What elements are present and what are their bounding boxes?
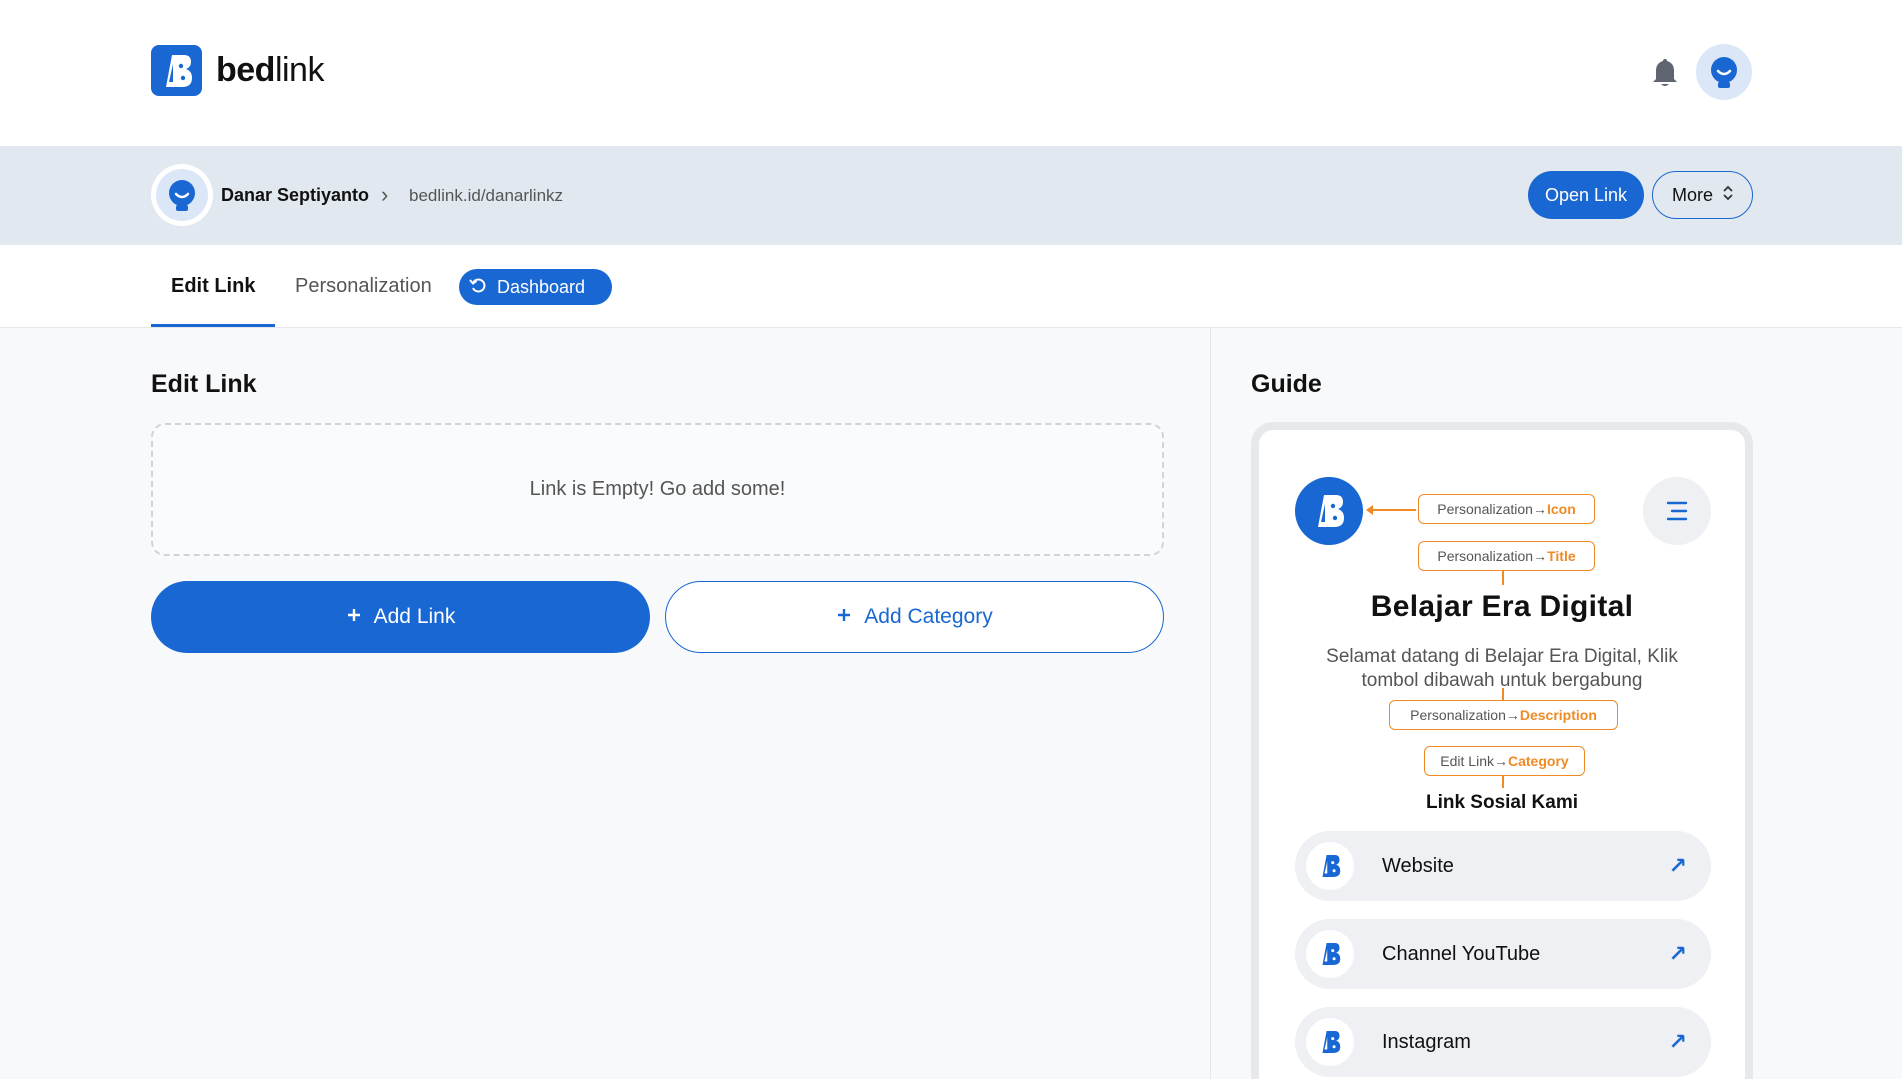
guide-phone-preview: Personalization→ Icon Personalization→ Tit… (1251, 422, 1753, 1079)
callout-title: Personalization→ Title (1418, 541, 1595, 571)
add-category-label: Add Category (864, 605, 993, 628)
callout-arrow (1502, 571, 1504, 585)
empty-links-placeholder: Link is Empty! Go add some! (151, 423, 1164, 556)
callout-arrow (1366, 505, 1416, 515)
bell-icon[interactable] (1651, 57, 1679, 89)
empty-message: Link is Empty! Go add some! (529, 478, 786, 500)
callout-description: Personalization→ Description (1389, 700, 1618, 730)
preview-title: Belajar Era Digital (1370, 590, 1634, 623)
profile-bar: Danar Septiyanto › bedlink.id/danarlinkz… (0, 146, 1902, 245)
preview-link-item: Channel YouTube ↗ (1295, 919, 1711, 989)
chevron-updown-icon (1723, 185, 1733, 206)
bedlink-logo-icon (151, 45, 202, 96)
add-link-button[interactable]: Add Link (151, 581, 650, 653)
dashboard-label: Dashboard (497, 276, 586, 297)
profile-avatar (151, 164, 213, 226)
preview-link-item: Instagram ↗ (1295, 1007, 1711, 1077)
brand-wordmark: bedlink (216, 51, 324, 89)
callout-arrow (1502, 776, 1504, 788)
arrow-up-right-icon: ↗ (1668, 941, 1687, 966)
more-label: More (1671, 184, 1713, 205)
open-link-button[interactable]: Open Link (1528, 171, 1644, 219)
tab-bar: Edit Link Personalization Dashboard (0, 245, 1902, 328)
plus-icon (346, 605, 362, 629)
chevron-right-icon: › (381, 182, 389, 207)
preview-link-label: Channel YouTube (1382, 942, 1541, 965)
top-header: bedlink (0, 0, 1902, 146)
avatar-icon (156, 169, 208, 221)
undo-icon (469, 276, 487, 299)
bedlink-logo-icon (1306, 1018, 1354, 1066)
preview-link-label: Website (1382, 854, 1454, 877)
callout-arrow (1502, 688, 1504, 700)
profile-url[interactable]: bedlink.id/danarlinkz (409, 186, 563, 206)
dashboard-button[interactable]: Dashboard (459, 269, 612, 305)
active-tab-indicator (151, 324, 275, 327)
bedlink-logo-icon (1306, 930, 1354, 978)
page-title: Edit Link (151, 370, 257, 398)
preview-link-item: Website ↗ (1295, 831, 1711, 901)
more-button[interactable]: More (1652, 171, 1753, 219)
preview-link-label: Instagram (1382, 1030, 1471, 1053)
menu-icon (1643, 477, 1711, 545)
panel-divider (1210, 328, 1211, 1079)
add-link-label: Add Link (373, 605, 456, 628)
add-category-button[interactable]: Add Category (665, 581, 1164, 653)
arrow-up-right-icon: ↗ (1668, 853, 1687, 878)
preview-category: Link Sosial Kami (1425, 792, 1579, 813)
bedlink-logo-icon (1295, 477, 1363, 545)
preview-description: Selamat datang di Belajar Era Digital, K… (1326, 646, 1678, 691)
callout-icon: Personalization→ Icon (1418, 494, 1595, 524)
arrow-up-right-icon: ↗ (1668, 1029, 1687, 1054)
bedlink-logo-icon (1306, 842, 1354, 890)
brand-logo[interactable]: bedlink (151, 45, 324, 96)
avatar[interactable] (1696, 44, 1752, 100)
guide-title: Guide (1251, 370, 1322, 398)
plus-icon (836, 605, 852, 629)
profile-name: Danar Septiyanto (221, 185, 370, 205)
tab-edit-link[interactable]: Edit Link (171, 275, 255, 298)
tab-personalization[interactable]: Personalization (295, 275, 432, 298)
callout-category: Edit Link→ Category (1424, 746, 1585, 776)
